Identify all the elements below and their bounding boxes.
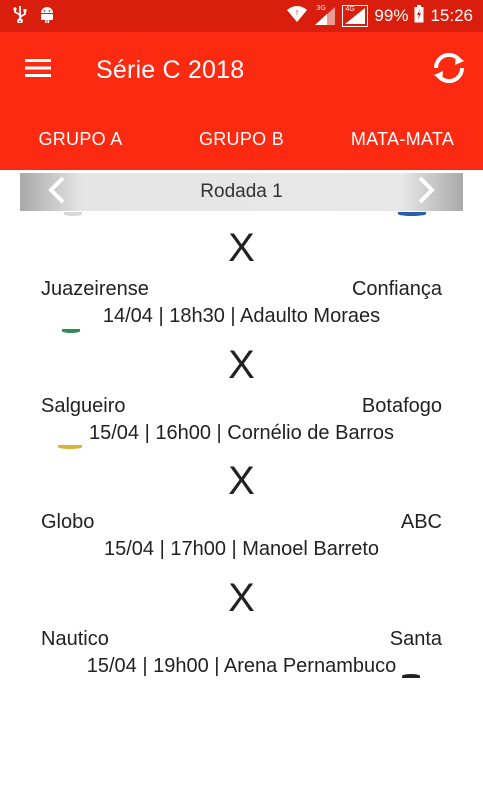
status-bar: ! 3G 4G 99% 15:26 xyxy=(0,0,483,32)
home-team-crest xyxy=(62,328,80,333)
tab-mata-mata[interactable]: MATA-MATA xyxy=(322,108,483,170)
android-debug-icon xyxy=(38,5,56,28)
usb-icon xyxy=(12,5,28,28)
network-3g-label: 3G xyxy=(316,5,326,12)
versus-mark: X xyxy=(228,342,255,387)
refresh-button[interactable] xyxy=(421,42,477,98)
match-info: 14/04 | 18h30 | Adaulto Moraes xyxy=(102,305,381,327)
chevron-left-icon xyxy=(47,176,67,209)
match-item[interactable]: X Salgueiro Botafogo 15/04 | 16h00 | Cor… xyxy=(0,328,483,446)
network-4g-label: 4G xyxy=(345,6,355,13)
home-team-name: Salgueiro xyxy=(41,394,126,417)
match-info: 15/04 | 17h00 | Manoel Barreto xyxy=(103,538,380,560)
battery-percent: 99% xyxy=(374,6,409,25)
clock: 15:26 xyxy=(430,6,473,25)
match-item[interactable]: X Nautico Santa 15/04 | 19h00 | Arena Pe… xyxy=(0,562,483,679)
chevron-right-icon xyxy=(416,176,436,209)
page-title: Série C 2018 xyxy=(96,55,245,84)
signal-3g-icon: 3G xyxy=(314,5,336,26)
versus-mark: X xyxy=(228,226,255,270)
tab-grupo-b[interactable]: GRUPO B xyxy=(161,108,322,170)
match-info: 15/04 | 16h00 | Cornélio de Barros xyxy=(88,421,395,444)
wifi-icon: ! xyxy=(286,5,308,28)
svg-text:!: ! xyxy=(296,9,299,17)
battery-icon xyxy=(414,4,424,28)
away-team-name: Confiança xyxy=(351,278,442,300)
previous-round-button[interactable] xyxy=(30,173,84,211)
tab-grupo-a[interactable]: GRUPO A xyxy=(0,108,161,170)
home-team-crest xyxy=(58,445,82,449)
match-list: X Juazeirense Confiança 14/04 | 18h30 | … xyxy=(0,212,483,684)
away-team-name: Botafogo xyxy=(361,394,442,417)
next-round-button[interactable] xyxy=(399,173,453,211)
match-item[interactable]: X Globo ABC 15/04 | 17h00 | Manoel Barre… xyxy=(0,445,483,562)
group-tabs: GRUPO A GRUPO B MATA-MATA xyxy=(0,108,483,170)
match-item[interactable]: X Juazeirense Confiança 14/04 | 18h30 | … xyxy=(0,212,483,329)
away-team-name: ABC xyxy=(400,511,442,533)
hamburger-menu-icon xyxy=(25,58,51,83)
away-team-crest xyxy=(398,212,426,216)
signal-4g-icon: 4G xyxy=(342,5,369,27)
versus-mark: X xyxy=(228,459,255,503)
refresh-sync-icon xyxy=(430,51,468,90)
round-selector: Rodada 1 xyxy=(20,173,463,211)
home-team-name: Globo xyxy=(41,511,95,533)
home-team-name: Nautico xyxy=(41,627,109,650)
away-team-crest xyxy=(402,673,420,678)
home-team-crest xyxy=(64,212,82,216)
versus-mark: X xyxy=(228,575,255,620)
home-team-name: Juazeirense xyxy=(41,278,149,300)
round-label: Rodada 1 xyxy=(200,181,283,202)
app-toolbar: Série C 2018 xyxy=(0,32,483,108)
menu-button[interactable] xyxy=(10,42,66,98)
away-team-name: Santa xyxy=(389,627,442,650)
